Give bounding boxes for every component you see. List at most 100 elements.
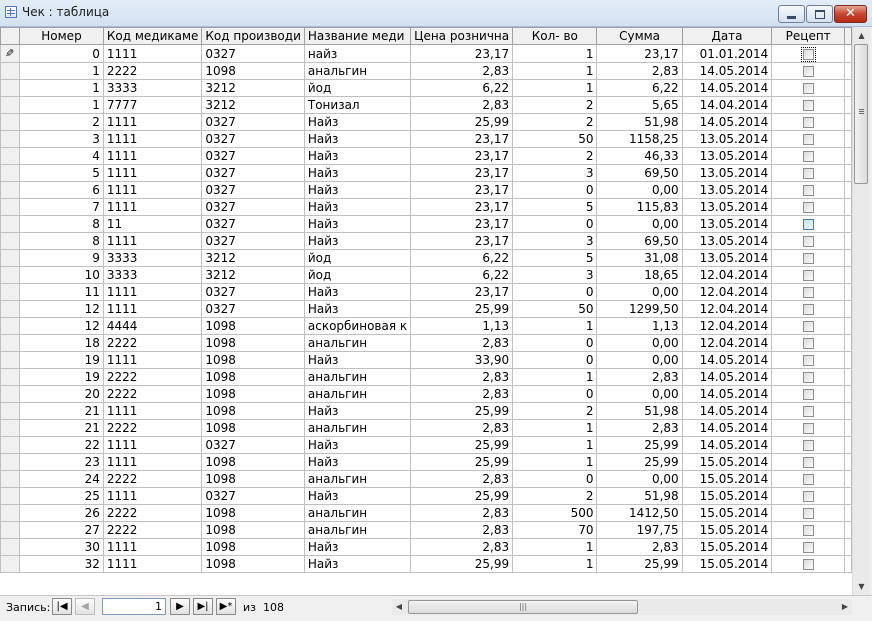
table-cell[interactable]: 13.05.2014 (681, 232, 773, 250)
table-cell[interactable]: 1098 (201, 368, 305, 386)
recept-cell[interactable] (771, 44, 845, 63)
recept-cell[interactable] (771, 521, 845, 539)
table-cell[interactable]: 1098 (201, 419, 305, 437)
recept-cell[interactable] (771, 96, 845, 114)
scroll-right-arrow-icon[interactable]: ▶ (838, 599, 852, 615)
table-cell[interactable]: 23,17 (410, 147, 514, 165)
table-cell[interactable]: 3212 (201, 249, 305, 267)
scroll-down-arrow-icon[interactable]: ▼ (853, 578, 870, 595)
table-cell[interactable]: 14.05.2014 (681, 368, 773, 386)
recept-cell[interactable] (771, 232, 845, 250)
table-row[interactable]: 6 1111 0327 Найз 23,17 0 0,00 13.05.2014 (0, 181, 852, 199)
close-button[interactable]: ✕ (834, 5, 867, 23)
table-cell[interactable]: 1111 (102, 164, 203, 182)
table-cell[interactable]: 12 (19, 300, 104, 318)
table-cell[interactable]: 13.05.2014 (681, 164, 773, 182)
table-cell[interactable]: 2,83 (410, 470, 514, 488)
table-cell[interactable]: 22 (19, 436, 104, 454)
table-cell[interactable]: 0 (512, 334, 598, 352)
row-selector[interactable]: ✎ (0, 44, 21, 63)
table-cell[interactable]: 1 (512, 317, 598, 335)
recept-cell[interactable] (771, 504, 845, 522)
table-row[interactable]: 25 1111 0327 Найз 25,99 2 51,98 15.05.2014 (0, 487, 852, 505)
table-row[interactable]: 7 1111 0327 Найз 23,17 5 115,83 13.05.2014 (0, 198, 852, 216)
column-header-summa[interactable]: Сумма (596, 27, 683, 45)
recept-cell[interactable] (771, 555, 845, 573)
row-selector[interactable] (0, 113, 21, 131)
table-cell[interactable]: 24 (19, 470, 104, 488)
table-cell[interactable]: 1098 (201, 504, 305, 522)
table-cell[interactable]: 21 (19, 402, 104, 420)
table-cell[interactable]: Найз (303, 402, 412, 420)
scroll-up-arrow-icon[interactable]: ▲ (853, 27, 870, 44)
recept-checkbox[interactable] (802, 525, 814, 536)
recept-cell[interactable] (771, 487, 845, 505)
table-cell[interactable]: 1111 (102, 402, 203, 420)
recept-cell[interactable] (771, 368, 845, 386)
recept-cell[interactable] (771, 147, 845, 165)
recept-cell[interactable] (771, 181, 845, 199)
table-cell[interactable]: 50 (512, 130, 598, 148)
table-cell[interactable]: 2222 (102, 470, 203, 488)
row-selector[interactable] (0, 334, 21, 352)
recept-checkbox[interactable] (802, 117, 814, 128)
row-selector[interactable] (0, 555, 21, 573)
table-cell[interactable]: Найз (303, 300, 412, 318)
table-cell[interactable]: йод (303, 79, 412, 97)
table-cell[interactable]: 1111 (102, 44, 203, 63)
table-cell[interactable]: Найз (303, 181, 412, 199)
table-cell[interactable]: 2,83 (596, 62, 683, 80)
recept-cell[interactable] (771, 164, 845, 182)
recept-cell[interactable] (771, 130, 845, 148)
table-cell[interactable]: 2,83 (410, 368, 514, 386)
table-cell[interactable]: 19 (19, 368, 104, 386)
recept-checkbox[interactable] (802, 100, 814, 111)
table-cell[interactable]: 2,83 (596, 419, 683, 437)
table-cell[interactable]: 23 (19, 453, 104, 471)
table-cell[interactable]: 25,99 (410, 436, 514, 454)
row-selector[interactable] (0, 283, 21, 301)
table-cell[interactable]: 0327 (201, 487, 305, 505)
table-cell[interactable]: 6,22 (596, 79, 683, 97)
table-cell[interactable]: 23,17 (410, 130, 514, 148)
table-cell[interactable]: 5 (19, 164, 104, 182)
table-cell[interactable]: 0327 (201, 164, 305, 182)
recept-checkbox[interactable] (802, 304, 814, 315)
row-selector[interactable] (0, 402, 21, 420)
row-selector[interactable] (0, 419, 21, 437)
row-selector[interactable] (0, 266, 21, 284)
table-cell[interactable]: 1098 (201, 538, 305, 556)
table-cell[interactable]: 1 (512, 538, 598, 556)
table-cell[interactable]: 1111 (102, 453, 203, 471)
column-header-kolvo[interactable]: Кол- во (512, 27, 598, 45)
column-header-nomer[interactable]: Номер (19, 27, 104, 45)
row-selector[interactable] (0, 62, 21, 80)
table-cell[interactable]: 0 (512, 470, 598, 488)
table-cell[interactable]: 197,75 (596, 521, 683, 539)
recept-checkbox[interactable] (802, 270, 814, 281)
table-cell[interactable]: 8 (19, 232, 104, 250)
table-cell[interactable]: Найз (303, 351, 412, 369)
recept-checkbox[interactable] (802, 474, 814, 485)
recept-cell[interactable] (771, 351, 845, 369)
table-cell[interactable]: 1111 (102, 113, 203, 131)
table-cell[interactable]: 3212 (201, 266, 305, 284)
table-cell[interactable]: анальгин (303, 504, 412, 522)
table-cell[interactable]: 32 (19, 555, 104, 573)
table-row[interactable]: 21 1111 1098 Найз 25,99 2 51,98 14.05.2014 (0, 402, 852, 420)
recept-cell[interactable] (771, 215, 845, 233)
table-row[interactable]: 27 2222 1098 анальгин 2,83 70 197,75 15.05.2014 (0, 521, 852, 539)
recept-cell[interactable] (771, 453, 845, 471)
table-cell[interactable]: 2222 (102, 385, 203, 403)
recept-checkbox[interactable] (802, 355, 814, 366)
table-cell[interactable]: 13.05.2014 (681, 249, 773, 267)
row-selector[interactable] (0, 300, 21, 318)
row-selector[interactable] (0, 385, 21, 403)
table-cell[interactable]: 1 (512, 555, 598, 573)
table-row[interactable]: 22 1111 0327 Найз 25,99 1 25,99 14.05.2014 (0, 436, 852, 454)
table-cell[interactable]: 0,00 (596, 215, 683, 233)
table-cell[interactable]: 1 (512, 44, 598, 63)
table-cell[interactable]: 25,99 (410, 487, 514, 505)
table-cell[interactable]: 3 (512, 164, 598, 182)
table-cell[interactable]: 1111 (102, 436, 203, 454)
